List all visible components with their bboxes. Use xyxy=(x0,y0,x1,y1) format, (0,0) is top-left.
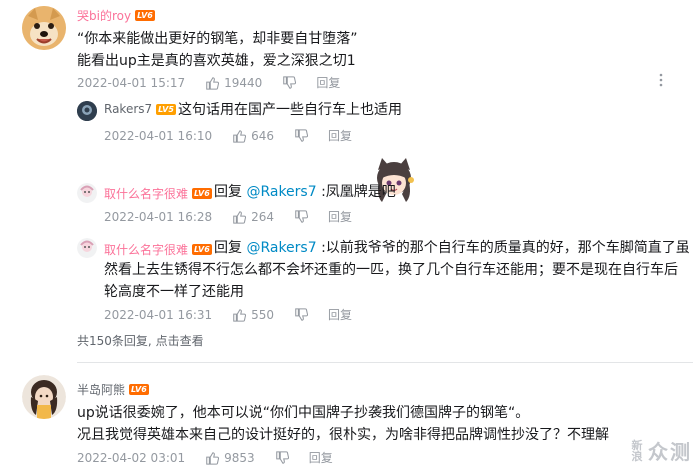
like-count: 264 xyxy=(251,209,275,224)
thumbs-up-icon xyxy=(233,308,247,322)
reply-summary: 共150条回复, 点击查看 xyxy=(77,332,204,349)
watermark: 新浪 众测 xyxy=(631,436,692,465)
reply-button[interactable]: 回复 xyxy=(328,208,352,225)
reply-body: 这句话用在国产一些自行车上也适用 xyxy=(178,102,402,118)
thumbs-up-icon xyxy=(233,129,247,143)
reply-text: 这句话用在国产一些自行车上也适用 xyxy=(178,99,402,121)
like-button[interactable]: 9853 xyxy=(205,451,255,465)
comment-text: up说话很委婉了，他本可以说“你们中国牌子抄袭我们德国牌子的钢笔“。 况且我觉得… xyxy=(77,402,609,446)
watermark-small: 新浪 xyxy=(631,438,645,463)
reply-meta: 2022-04-01 16:31 550 回复 xyxy=(104,306,352,323)
comment-meta: 2022-04-01 15:17 19440 回复 xyxy=(77,74,340,91)
reply-button[interactable]: 回复 xyxy=(328,306,352,323)
avatar[interactable] xyxy=(77,101,97,121)
like-button[interactable]: 19440 xyxy=(205,76,262,90)
thumbs-up-icon xyxy=(206,76,220,90)
like-button[interactable]: 646 xyxy=(232,129,274,143)
divider xyxy=(77,362,693,363)
thumbs-up-icon xyxy=(233,210,247,224)
thumbs-up-icon xyxy=(206,451,220,465)
reply-username[interactable]: Rakers7 LV5 xyxy=(104,102,176,116)
thumbs-down-icon xyxy=(295,128,309,142)
mention-link[interactable]: @Rakers7 xyxy=(246,240,316,256)
thumbs-down-icon xyxy=(275,450,289,464)
reply-body: :以前我爷爷的那个自行车的质量真的好，那个车脚简直了虽然看上去生锈得不行怎么都不… xyxy=(104,240,690,300)
reply-text: 回复 @Rakers7 :凤凰牌是吧 xyxy=(214,181,396,203)
like-count: 550 xyxy=(251,307,275,322)
reply-meta: 2022-04-01 16:28 264 回复 xyxy=(104,208,352,225)
thumbs-down-icon xyxy=(295,307,309,321)
comment-line: up说话很委婉了，他本可以说“你们中国牌子抄袭我们德国牌子的钢笔“。 xyxy=(77,405,530,421)
comment-meta: 2022-04-02 03:01 9853 回复 xyxy=(77,449,333,466)
dislike-button[interactable] xyxy=(294,128,309,143)
reply-date: 2022-04-01 16:28 xyxy=(104,209,213,224)
comment-username[interactable]: 半岛阿熊 LV6 xyxy=(77,381,149,398)
thumbs-down-icon xyxy=(295,209,309,223)
avatar[interactable] xyxy=(77,238,97,258)
like-count: 646 xyxy=(251,128,275,143)
comment-username[interactable]: 哭bi的roy LV6 xyxy=(77,7,155,24)
more-options-icon[interactable] xyxy=(654,72,668,87)
thumbs-down-icon xyxy=(283,75,297,89)
level-badge: LV6 xyxy=(129,384,149,395)
like-button[interactable]: 264 xyxy=(232,210,274,224)
reply-meta: 2022-04-01 16:10 646 回复 xyxy=(104,127,352,144)
reply-prefix: 回复 xyxy=(214,184,242,200)
comment-date: 2022-04-02 03:01 xyxy=(77,450,186,465)
level-badge: LV5 xyxy=(156,103,176,115)
reply-button[interactable]: 回复 xyxy=(309,449,333,466)
avatar[interactable] xyxy=(77,183,97,203)
reply-prefix: 回复 xyxy=(214,240,242,256)
level-badge: LV6 xyxy=(135,10,155,21)
level-badge: LV6 xyxy=(192,188,212,199)
dislike-button[interactable] xyxy=(275,450,289,465)
comment-line: “你本来能做出更好的钢笔，却非要自甘堕落” xyxy=(77,31,358,47)
reply-date: 2022-04-01 16:10 xyxy=(104,128,213,143)
comment-line: 能看出up主是真的喜欢英雄，爱之深狠之切1 xyxy=(77,53,356,69)
like-count: 9853 xyxy=(224,450,255,465)
watermark-large: 众测 xyxy=(648,440,692,464)
avatar[interactable] xyxy=(22,6,66,50)
comment-date: 2022-04-01 15:17 xyxy=(77,75,186,90)
dislike-button[interactable] xyxy=(294,307,309,322)
reply-date: 2022-04-01 16:31 xyxy=(104,307,213,322)
reply-username[interactable]: 取什么名字很难 LV6 xyxy=(104,185,212,202)
like-count: 19440 xyxy=(224,75,263,90)
reply-text: 回复 @Rakers7 :以前我爷爷的那个自行车的质量真的好，那个车脚简直了虽然… xyxy=(104,237,690,303)
username-text[interactable]: 半岛阿熊 xyxy=(77,381,125,398)
reply-button[interactable]: 回复 xyxy=(316,74,340,91)
reply-count-text: 共150条回复, xyxy=(77,334,152,348)
reply-body: :凤凰牌是吧 xyxy=(321,184,396,200)
like-button[interactable]: 550 xyxy=(232,308,274,322)
avatar[interactable] xyxy=(22,375,66,419)
username-text[interactable]: Rakers7 xyxy=(104,102,152,116)
comment-line: 况且我觉得英雄本来自己的设计挺好的，很朴实，为啥非得把品牌调性抄没了？不理解 xyxy=(77,427,609,443)
username-text[interactable]: 取什么名字很难 xyxy=(104,185,188,202)
dislike-button[interactable] xyxy=(282,75,297,90)
dislike-button[interactable] xyxy=(294,209,309,224)
reply-button[interactable]: 回复 xyxy=(328,127,352,144)
username-text[interactable]: 哭bi的roy xyxy=(77,7,131,24)
mention-link[interactable]: @Rakers7 xyxy=(246,184,316,200)
comment-text: “你本来能做出更好的钢笔，却非要自甘堕落” 能看出up主是真的喜欢英雄，爱之深狠… xyxy=(77,28,358,72)
view-more-link[interactable]: 点击查看 xyxy=(156,334,204,348)
